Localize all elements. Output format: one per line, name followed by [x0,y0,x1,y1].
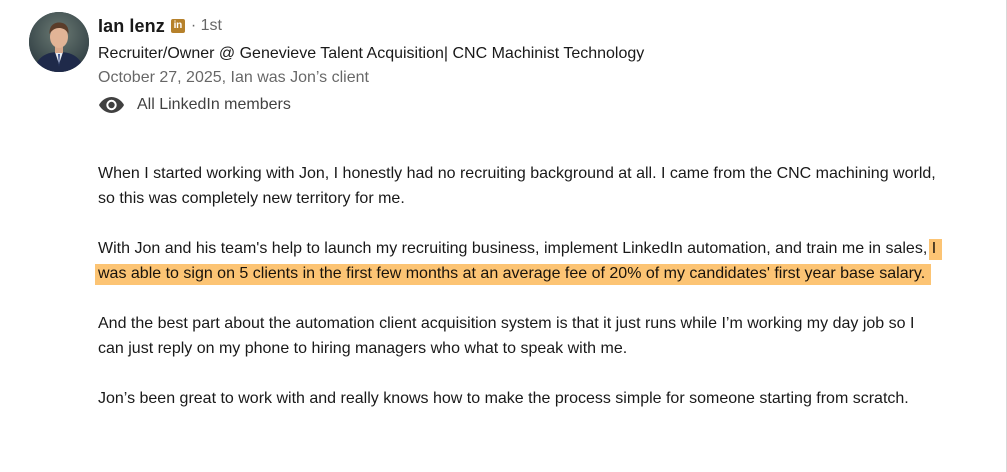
paragraph-2: With Jon and his team's help to launch m… [95,236,943,286]
recommendation-meta: October 27, 2025, Ian was Jon’s client [98,69,369,86]
linkedin-premium-icon: in [170,19,185,33]
recommendation-text: When I started working with Jon, I hones… [95,161,943,436]
paragraph-2-text: With Jon and his team's help to launch m… [98,240,928,257]
recommendation-header: Ian lenz in · 1st Recruiter/Owner @ Gene… [98,14,978,117]
paragraph-3: And the best part about the automation c… [98,315,915,357]
badge-text: in [173,20,183,31]
author-headline: Recruiter/Owner @ Genevieve Talent Acqui… [98,45,645,62]
eye-icon [99,97,124,113]
avatar[interactable] [29,12,89,72]
recommendation-card: Ian lenz in · 1st Recruiter/Owner @ Gene… [0,0,1007,472]
visibility-label: All LinkedIn members [137,96,291,113]
paragraph-4: Jon’s been great to work with and really… [98,390,909,407]
connection-degree: · 1st [190,17,222,34]
avatar-photo [29,12,89,72]
visibility-row: All LinkedIn members [98,93,978,117]
name-row: Ian lenz in · 1st [98,14,978,38]
paragraph-1: When I started working with Jon, I hones… [98,165,936,207]
author-name[interactable]: Ian lenz [98,16,165,37]
